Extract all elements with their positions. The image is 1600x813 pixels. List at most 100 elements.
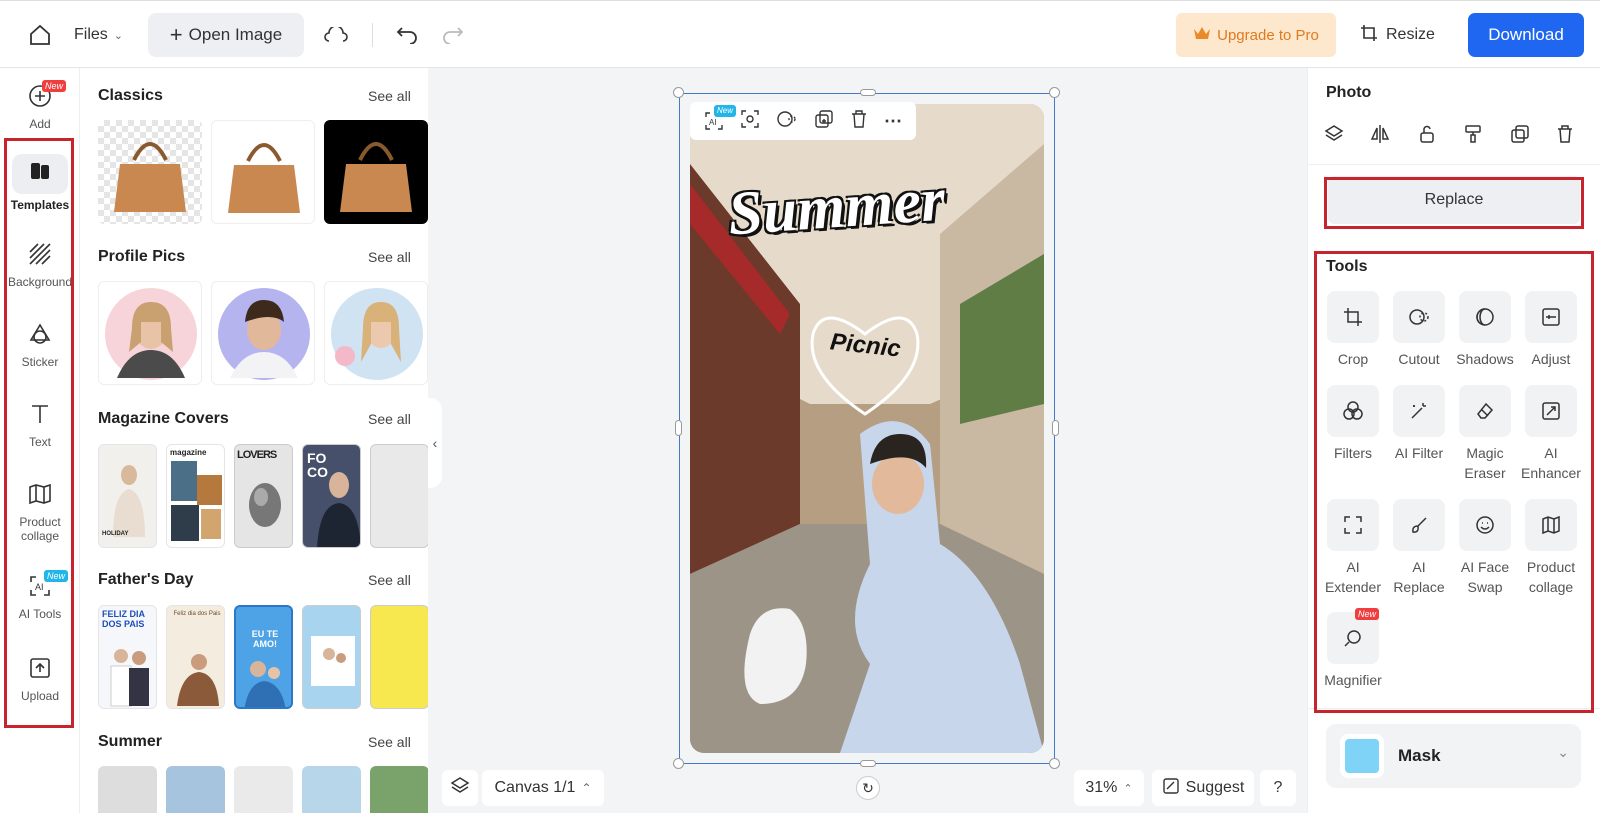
chevron-up-icon: ⌃ bbox=[581, 781, 592, 795]
layers-icon bbox=[450, 776, 470, 801]
face-detect-icon[interactable] bbox=[740, 109, 760, 134]
template-thumb[interactable]: EU TE AMO! bbox=[234, 605, 293, 709]
nav-add[interactable]: New Add bbox=[0, 80, 80, 131]
panel-title-photo: Photo bbox=[1326, 84, 1372, 101]
template-thumb[interactable] bbox=[324, 120, 428, 224]
paint-format-icon[interactable] bbox=[1463, 124, 1483, 149]
undo-icon[interactable] bbox=[394, 23, 420, 47]
layers-button[interactable] bbox=[442, 770, 478, 806]
duplicate-icon[interactable] bbox=[814, 109, 834, 134]
resize-handle[interactable] bbox=[1049, 87, 1060, 98]
download-button[interactable]: Download bbox=[1468, 13, 1584, 57]
template-thumb[interactable] bbox=[302, 605, 361, 709]
chevron-up-icon: ⌃ bbox=[1123, 782, 1133, 795]
see-all-link[interactable]: See all bbox=[368, 734, 411, 750]
photo-actions bbox=[1324, 124, 1574, 149]
resize-handle[interactable] bbox=[673, 87, 684, 98]
templates-panel: Classics See all Profile Pics See all Ma… bbox=[81, 68, 428, 813]
section-title-classics: Classics bbox=[98, 87, 163, 104]
suggest-icon bbox=[1162, 777, 1180, 800]
canvas-selector[interactable]: Canvas 1/1 ⌃ bbox=[482, 770, 604, 806]
delete-icon[interactable] bbox=[1556, 124, 1574, 149]
mask-color-swatch[interactable] bbox=[1345, 739, 1379, 773]
resize-handle[interactable] bbox=[860, 89, 876, 96]
fathers-text: Feliz dia dos Pais bbox=[173, 611, 221, 617]
template-thumb[interactable]: FO CO bbox=[302, 444, 361, 548]
magazine-text: FO CO bbox=[307, 450, 328, 480]
template-thumb[interactable] bbox=[234, 766, 293, 813]
chevron-down-icon: ⌄ bbox=[1557, 744, 1569, 760]
template-thumb[interactable]: FELIZ DIA DOS PAIS bbox=[98, 605, 157, 709]
template-thumb[interactable] bbox=[98, 281, 202, 385]
template-thumb[interactable]: magazine bbox=[166, 444, 225, 548]
open-image-button[interactable]: + Open Image bbox=[148, 13, 304, 57]
collapse-panel-button[interactable]: ‹ bbox=[428, 398, 442, 488]
rotate-icon[interactable]: ↻ bbox=[856, 776, 880, 800]
template-thumb[interactable] bbox=[302, 766, 361, 813]
delete-icon[interactable] bbox=[850, 109, 868, 134]
see-all-link[interactable]: See all bbox=[368, 572, 411, 588]
template-thumb[interactable] bbox=[211, 120, 315, 224]
layers-icon[interactable] bbox=[1324, 124, 1344, 149]
template-thumb[interactable] bbox=[98, 120, 202, 224]
highlight-box-nav bbox=[4, 138, 74, 728]
resize-handle[interactable] bbox=[1049, 758, 1060, 769]
resize-handle[interactable] bbox=[860, 760, 876, 767]
upgrade-button[interactable]: Upgrade to Pro bbox=[1176, 13, 1336, 57]
template-thumb[interactable]: HOLIDAY bbox=[98, 444, 157, 548]
template-thumb[interactable]: Feliz dia dos Pais bbox=[166, 605, 225, 709]
template-thumb[interactable] bbox=[370, 444, 428, 548]
upgrade-label: Upgrade to Pro bbox=[1217, 26, 1319, 44]
template-thumb[interactable]: LOVERS bbox=[234, 444, 293, 548]
template-thumb[interactable] bbox=[324, 281, 428, 385]
ai-tool-icon[interactable]: AI New bbox=[704, 105, 737, 131]
chevron-down-icon: ⌄ bbox=[113, 29, 123, 42]
plus-icon: + bbox=[169, 22, 183, 47]
resize-button[interactable]: Resize bbox=[1360, 21, 1435, 49]
template-thumb[interactable] bbox=[211, 281, 315, 385]
magazine-text: LOVERS bbox=[237, 449, 277, 461]
help-button[interactable]: ? bbox=[1260, 770, 1296, 806]
nav-add-label: Add bbox=[29, 117, 51, 131]
crown-icon bbox=[1193, 26, 1211, 44]
files-menu[interactable]: Files ⌄ bbox=[74, 21, 123, 49]
section-title-magazine-covers: Magazine Covers bbox=[98, 410, 229, 427]
fathers-text: EU TE AMO! bbox=[251, 629, 279, 649]
top-toolbar: Files ⌄ + Open Image Upgrade to Pro Resi… bbox=[0, 0, 1600, 68]
crop-resize-icon bbox=[1360, 24, 1378, 47]
flip-icon[interactable] bbox=[1370, 124, 1390, 149]
canvas-label: Canvas 1/1 bbox=[494, 779, 576, 796]
suggest-label: Suggest bbox=[1185, 779, 1245, 796]
resize-handle[interactable] bbox=[675, 420, 682, 436]
resize-handle[interactable] bbox=[673, 758, 684, 769]
see-all-link[interactable]: See all bbox=[368, 411, 411, 427]
section-title-fathers-day: Father's Day bbox=[98, 571, 194, 588]
mask-control[interactable]: Mask ⌄ bbox=[1326, 724, 1581, 788]
redo-icon[interactable] bbox=[440, 23, 466, 47]
see-all-link[interactable]: See all bbox=[368, 249, 411, 265]
cloud-save-icon[interactable] bbox=[322, 23, 350, 47]
template-thumb[interactable] bbox=[370, 605, 428, 709]
template-thumb[interactable] bbox=[370, 766, 428, 813]
mask-swatch-frame bbox=[1340, 734, 1384, 778]
template-thumb[interactable] bbox=[98, 766, 157, 813]
magazine-text: HOLIDAY bbox=[102, 531, 129, 537]
add-icon: New bbox=[28, 80, 67, 117]
more-icon[interactable]: ⋯ bbox=[884, 111, 902, 132]
download-label: Download bbox=[1488, 25, 1564, 44]
cutout-icon[interactable] bbox=[776, 109, 798, 134]
template-thumb[interactable] bbox=[166, 766, 225, 813]
suggest-button[interactable]: Suggest bbox=[1152, 770, 1254, 806]
section-title-summer: Summer bbox=[98, 733, 163, 750]
floating-image-toolbar: AI New ⋯ bbox=[690, 102, 916, 140]
svg-text:AI: AI bbox=[709, 118, 717, 127]
unlock-icon[interactable] bbox=[1417, 124, 1437, 149]
chevron-left-icon: ‹ bbox=[432, 435, 438, 451]
see-all-link[interactable]: See all bbox=[368, 88, 411, 104]
resize-handle[interactable] bbox=[1052, 420, 1059, 436]
duplicate-icon[interactable] bbox=[1510, 124, 1530, 149]
divider bbox=[372, 23, 373, 47]
home-icon[interactable] bbox=[26, 21, 54, 49]
highlight-box-replace bbox=[1324, 177, 1584, 229]
zoom-control[interactable]: 31% ⌃ bbox=[1074, 770, 1144, 806]
